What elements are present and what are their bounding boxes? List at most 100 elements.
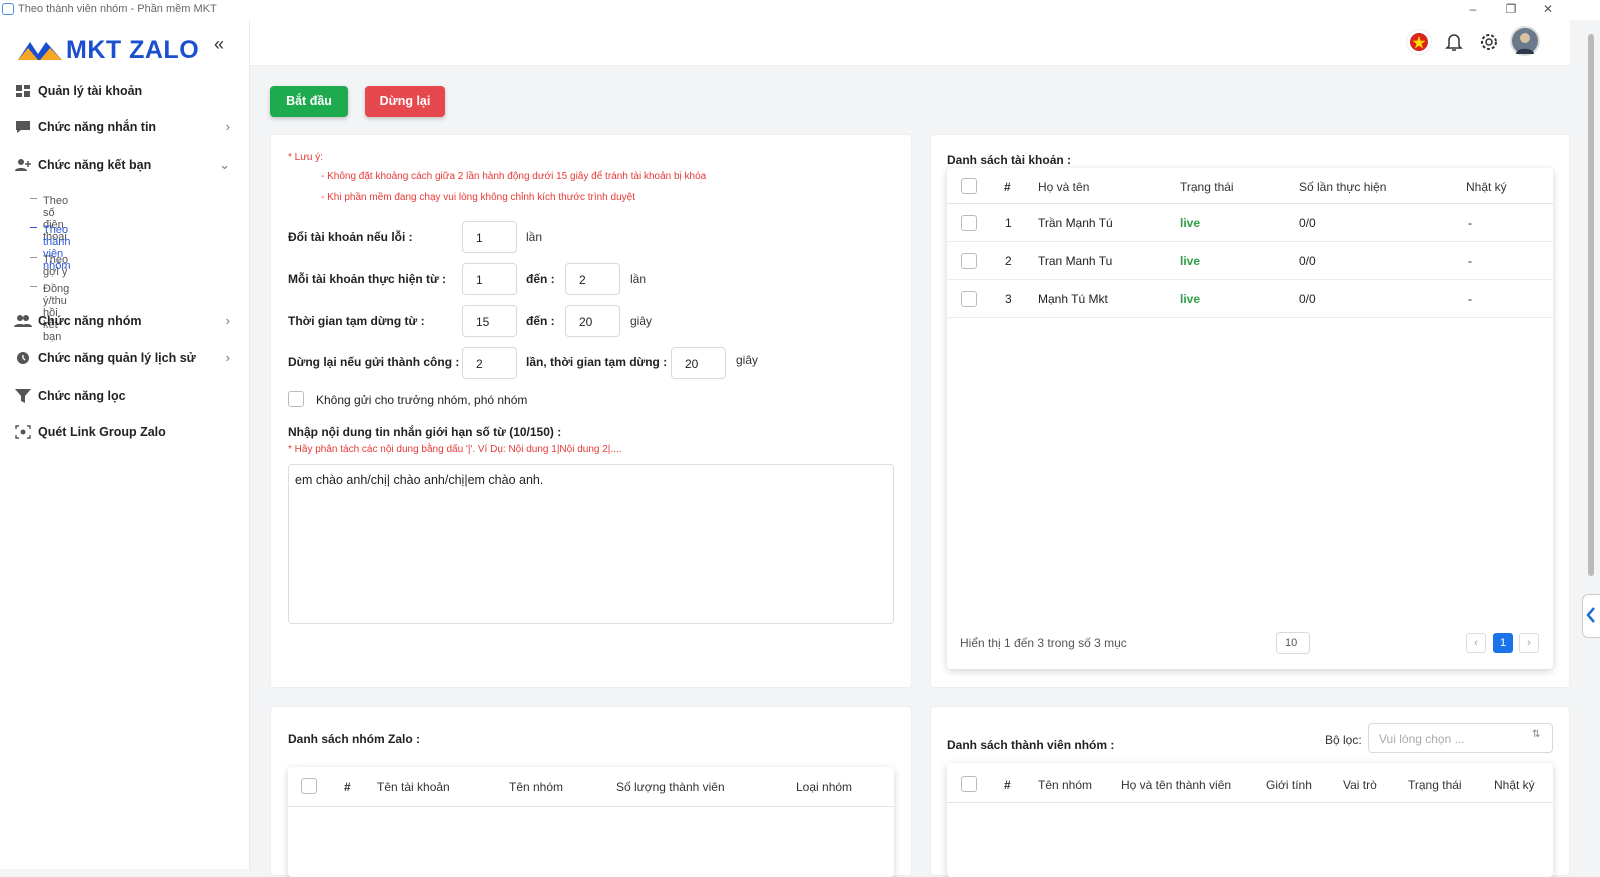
th-log: Nhật ký <box>1494 778 1535 792</box>
row-index: 3 <box>1005 292 1012 306</box>
nav-account-management[interactable]: Quản lý tài khoản <box>14 80 236 104</box>
header-divider <box>947 203 1553 204</box>
gear-icon[interactable] <box>1476 29 1502 55</box>
window-title: Theo thành viên nhóm - Phần mềm MKT <box>18 3 217 15</box>
message-label: Nhập nội dung tin nhắn giới hạn số từ (1… <box>288 425 562 439</box>
pause-to-input[interactable]: 20 <box>565 305 620 337</box>
next-page-button[interactable]: › <box>1519 633 1539 653</box>
switch-account-unit: lần <box>526 230 543 244</box>
row-status: live <box>1180 254 1201 268</box>
restore-button[interactable]: ❐ <box>1504 2 1518 16</box>
row-checkbox[interactable] <box>961 291 977 307</box>
nav-history[interactable]: Chức năng quản lý lịch sử › <box>14 347 236 371</box>
pause-from-input[interactable]: 15 <box>462 305 517 337</box>
row-divider <box>947 317 1553 318</box>
row-checkbox[interactable] <box>961 253 977 269</box>
th-index: # <box>344 780 351 794</box>
stop-button[interactable]: Dừng lại <box>365 86 445 117</box>
select-all-checkbox[interactable] <box>961 178 977 194</box>
stop-after-success-input[interactable]: 2 <box>462 347 517 379</box>
filter-icon <box>15 389 31 403</box>
chevron-left-icon <box>1586 607 1595 623</box>
th-fullname: Họ và tên <box>1038 180 1090 194</box>
switch-account-input[interactable]: 1 <box>462 221 517 253</box>
th-group-type: Loại nhóm <box>796 780 853 794</box>
nav-messaging[interactable]: Chức năng nhắn tin › <box>14 116 236 140</box>
nav-label: Quản lý tài khoản <box>38 84 143 98</box>
th-status: Trạng thái <box>1408 778 1462 792</box>
message-hint: * Hãy phân tách các nội dung bằng dấu '|… <box>288 444 622 455</box>
nav-filter[interactable]: Chức năng lọc <box>14 385 236 409</box>
collapse-sidebar-icon[interactable]: « <box>214 34 224 55</box>
row-name: Trần Mạnh Tú <box>1038 216 1113 230</box>
row-name: Mạnh Tú Mkt <box>1038 292 1108 306</box>
row-status: live <box>1180 216 1201 230</box>
page-size-select[interactable]: 10 <box>1276 632 1310 654</box>
dash <box>30 198 37 199</box>
header-divider <box>947 802 1553 803</box>
row-checkbox[interactable] <box>961 215 977 231</box>
to-label: đến : <box>526 314 555 328</box>
row-index: 1 <box>1005 216 1012 230</box>
stop-after-success-label: Dừng lại nếu gửi thành công : <box>288 355 460 369</box>
chevron-right-icon: › <box>225 119 230 134</box>
chevron-right-icon: › <box>225 350 230 365</box>
row-count: 0/0 <box>1299 216 1316 230</box>
table-info: Hiển thị 1 đến 3 trong số 3 mục <box>960 636 1127 650</box>
app-icon <box>2 3 14 15</box>
nav-label: Chức năng nhắn tin <box>38 120 157 134</box>
note-line-1: - Không đặt khoảng cách giữa 2 lần hành … <box>321 171 707 182</box>
per-account-unit: lần <box>630 272 647 286</box>
select-all-checkbox[interactable] <box>301 778 317 794</box>
select-arrows-icon: ⇅ <box>1532 729 1541 740</box>
th-group-name: Tên nhóm <box>1038 778 1093 792</box>
filter-select[interactable]: Vui lòng chọn ... <box>1368 723 1553 753</box>
filter-label: Bộ lọc: <box>1325 733 1362 747</box>
grid-icon <box>16 85 30 97</box>
drawer-toggle[interactable] <box>1582 594 1600 638</box>
nav-label: Chức năng kết bạn <box>38 158 152 172</box>
th-group-name: Tên nhóm <box>509 780 564 794</box>
per-account-from-input[interactable]: 1 <box>462 263 517 295</box>
language-flag-icon[interactable] <box>1406 29 1432 55</box>
nav-label: Chức năng quản lý lịch sử <box>38 351 196 365</box>
per-account-to-input[interactable]: 2 <box>565 263 620 295</box>
row-log: - <box>1468 254 1472 268</box>
minimize-button[interactable]: – <box>1466 2 1480 16</box>
header-divider <box>288 806 894 807</box>
close-button[interactable]: ✕ <box>1541 2 1555 16</box>
message-textarea[interactable]: em chào anh/chị| chào anh/chị|em chào an… <box>288 464 894 624</box>
row-name: Tran Manh Tu <box>1038 254 1113 268</box>
row-count: 0/0 <box>1299 292 1316 306</box>
scrollbar[interactable] <box>1588 34 1594 576</box>
logo-text: MKT ZALO <box>66 36 200 64</box>
th-count: Số lần thực hiện <box>1299 180 1387 194</box>
th-index: # <box>1004 778 1011 792</box>
th-role: Vai trò <box>1343 778 1377 792</box>
th-member-count: Số lượng thành viên <box>616 780 725 794</box>
logo: MKT ZALO <box>16 34 206 64</box>
nav-scan-group-link[interactable]: Quét Link Group Zalo <box>14 421 236 445</box>
dash <box>30 257 37 258</box>
chevron-down-icon: ⌄ <box>219 157 230 172</box>
select-all-checkbox[interactable] <box>961 776 977 792</box>
bell-icon[interactable] <box>1441 29 1467 55</box>
skip-admin-checkbox[interactable] <box>288 391 304 407</box>
window-titlebar: Theo thành viên nhóm - Phần mềm MKT – ❐ … <box>0 0 1600 20</box>
scan-icon <box>15 425 31 439</box>
row-divider <box>947 279 1553 280</box>
nav-add-friend[interactable]: Chức năng kết bạn ⌄ <box>14 154 236 178</box>
stop-pause-input[interactable]: 20 <box>671 347 726 379</box>
subnav-label: Theo gợi ý <box>43 254 69 278</box>
accounts-table <box>947 168 1553 669</box>
prev-page-button[interactable]: ‹ <box>1466 633 1486 653</box>
avatar[interactable] <box>1510 26 1540 56</box>
th-gender: Giới tính <box>1266 778 1312 792</box>
switch-account-label: Đổi tài khoản nếu lỗi : <box>288 230 413 244</box>
start-button[interactable]: Bắt đầu <box>270 86 348 117</box>
nav-groups[interactable]: Chức năng nhóm › <box>14 310 236 334</box>
dash <box>30 286 37 287</box>
per-account-label: Mỗi tài khoản thực hiện từ : <box>288 272 447 286</box>
row-count: 0/0 <box>1299 254 1316 268</box>
page-1-button[interactable]: 1 <box>1493 633 1513 653</box>
